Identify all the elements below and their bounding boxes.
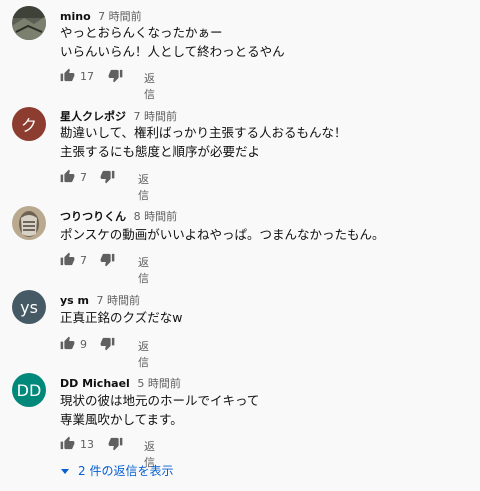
dislike-button[interactable] (108, 68, 123, 83)
view-replies-button[interactable]: 2 件の返信を表示 (60, 462, 173, 479)
timestamp[interactable]: 8 時間前 (134, 210, 178, 223)
thumb-down-icon (100, 253, 115, 267)
reply-button[interactable]: 返信 (144, 70, 155, 102)
comment-line: ポンスケの動画がいいよねやっぱ。つまんなかったもん。 (60, 227, 385, 242)
avatar[interactable]: DD (12, 373, 46, 407)
avatar-photo-icon (12, 206, 46, 240)
thumb-up-icon (60, 252, 75, 266)
thumb-down-icon (100, 170, 115, 184)
like-count: 7 (80, 254, 87, 267)
like-button[interactable] (60, 336, 75, 351)
comment-line: いらんいらん！人として終わっとるやん (60, 44, 285, 59)
comment-text: 勘違いして、権利ばっかり主張する人おるもんな！ 主張するにも態度と順序が必要だよ (60, 123, 347, 161)
avatar-letter: ys (20, 297, 38, 317)
comment-line: 正真正銘のクズだなw (60, 310, 183, 325)
author-name[interactable]: DD Michael (60, 377, 130, 390)
thumb-down-icon (108, 69, 123, 83)
thumb-down-icon (108, 437, 123, 451)
comment-line: やっとおらんくなったかぁー (60, 25, 223, 40)
comment-line: 主張するにも態度と順序が必要だよ (60, 144, 261, 159)
like-button[interactable] (60, 68, 75, 83)
avatar-letter: DD (16, 380, 42, 400)
like-count: 17 (80, 70, 94, 83)
like-button[interactable] (60, 436, 75, 451)
thumb-up-icon (60, 68, 75, 82)
author-name[interactable]: ys m (60, 294, 89, 307)
reply-button[interactable]: 返信 (138, 338, 149, 370)
avatar[interactable]: ys (12, 290, 46, 324)
timestamp[interactable]: 7 時間前 (134, 110, 178, 123)
comment-line: 現状の彼は地元のホールでイキって (60, 393, 260, 408)
dislike-button[interactable] (100, 252, 115, 267)
view-replies-label: 2 件の返信を表示 (78, 464, 174, 478)
like-count: 13 (80, 438, 94, 451)
dislike-button[interactable] (100, 336, 115, 351)
comment-text: ポンスケの動画がいいよねやっぱ。つまんなかったもん。 (60, 225, 385, 244)
reply-button[interactable]: 返信 (138, 254, 149, 286)
avatar[interactable]: ク (12, 107, 46, 141)
author-name[interactable]: mino (60, 10, 91, 23)
comment-line: 専業風吹かしてます。 (60, 412, 183, 427)
author-name[interactable]: 星人クレポジ (60, 110, 126, 123)
like-button[interactable] (60, 252, 75, 267)
reply-button[interactable]: 返信 (138, 171, 149, 203)
thumb-up-icon (60, 436, 75, 450)
thumb-down-icon (100, 337, 115, 351)
avatar[interactable] (12, 206, 46, 240)
avatar-photo-icon (12, 6, 46, 40)
dislike-button[interactable] (100, 169, 115, 184)
thumb-up-icon (60, 169, 75, 183)
timestamp[interactable]: 7 時間前 (98, 10, 142, 23)
like-count: 9 (80, 338, 87, 351)
caret-down-icon (61, 468, 69, 474)
timestamp[interactable]: 5 時間前 (137, 377, 181, 390)
comment-line: 勘違いして、権利ばっかり主張する人おるもんな！ (60, 125, 347, 140)
comment-text: 正真正銘のクズだなw (60, 308, 182, 327)
like-count: 7 (80, 171, 87, 184)
dislike-button[interactable] (108, 436, 123, 451)
like-button[interactable] (60, 169, 75, 184)
thumb-up-icon (60, 336, 75, 350)
comment-text: 現状の彼は地元のホールでイキって 専業風吹かしてます。 (60, 391, 259, 429)
timestamp[interactable]: 7 時間前 (97, 294, 141, 307)
avatar[interactable] (12, 6, 46, 40)
author-name[interactable]: つりつりくん (60, 210, 126, 223)
comment-text: やっとおらんくなったかぁー いらんいらん！人として終わっとるやん (60, 23, 285, 61)
avatar-letter: ク (20, 116, 37, 135)
